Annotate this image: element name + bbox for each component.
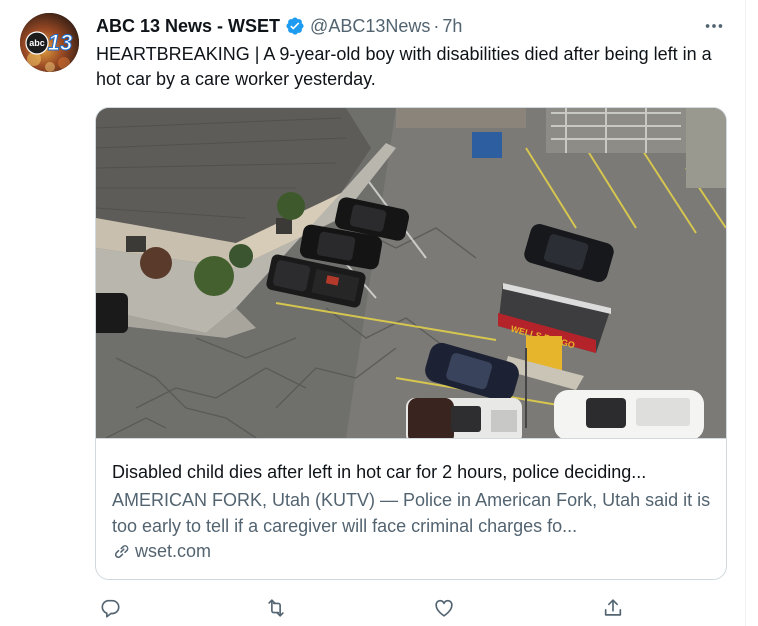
card-description: AMERICAN FORK, Utah (KUTV) — Police in A… bbox=[112, 490, 711, 536]
card-image[interactable]: WELLS FARGO bbox=[96, 108, 726, 438]
card-title[interactable]: Disabled child dies after left in hot ca… bbox=[112, 460, 712, 485]
retweet-icon[interactable] bbox=[263, 595, 289, 621]
reply-icon[interactable] bbox=[97, 595, 123, 621]
svg-text:13: 13 bbox=[48, 30, 72, 55]
share-icon[interactable] bbox=[600, 595, 626, 621]
card-domain-text: wset.com bbox=[135, 541, 212, 561]
card-body[interactable]: Disabled child dies after left in hot ca… bbox=[96, 438, 726, 579]
more-horizontal-icon[interactable] bbox=[700, 14, 728, 38]
link-icon bbox=[112, 542, 131, 561]
like-heart-icon[interactable] bbox=[431, 595, 457, 621]
meta-separator: · bbox=[433, 15, 440, 36]
author-avatar[interactable]: abc 13 bbox=[20, 13, 79, 72]
tweet-actions bbox=[95, 595, 635, 619]
abc13-logo: abc 13 bbox=[20, 13, 79, 72]
tweet-timestamp[interactable]: 7h bbox=[442, 16, 462, 37]
author-handle[interactable]: @ABC13News bbox=[310, 16, 430, 37]
tweet[interactable]: abc 13 ABC 13 News - WSET @ABC13News · 7… bbox=[0, 0, 746, 626]
author-name[interactable]: ABC 13 News - WSET bbox=[96, 16, 280, 37]
verified-badge-icon bbox=[285, 16, 305, 36]
tweet-header: ABC 13 News - WSET @ABC13News · 7h bbox=[96, 14, 462, 38]
svg-text:abc: abc bbox=[29, 38, 45, 48]
card-domain[interactable]: wset.com bbox=[112, 541, 211, 562]
link-preview-card[interactable]: WELLS FARGO bbox=[95, 107, 727, 580]
tweet-text: HEARTBREAKING | A 9-year-old boy with di… bbox=[96, 44, 712, 89]
